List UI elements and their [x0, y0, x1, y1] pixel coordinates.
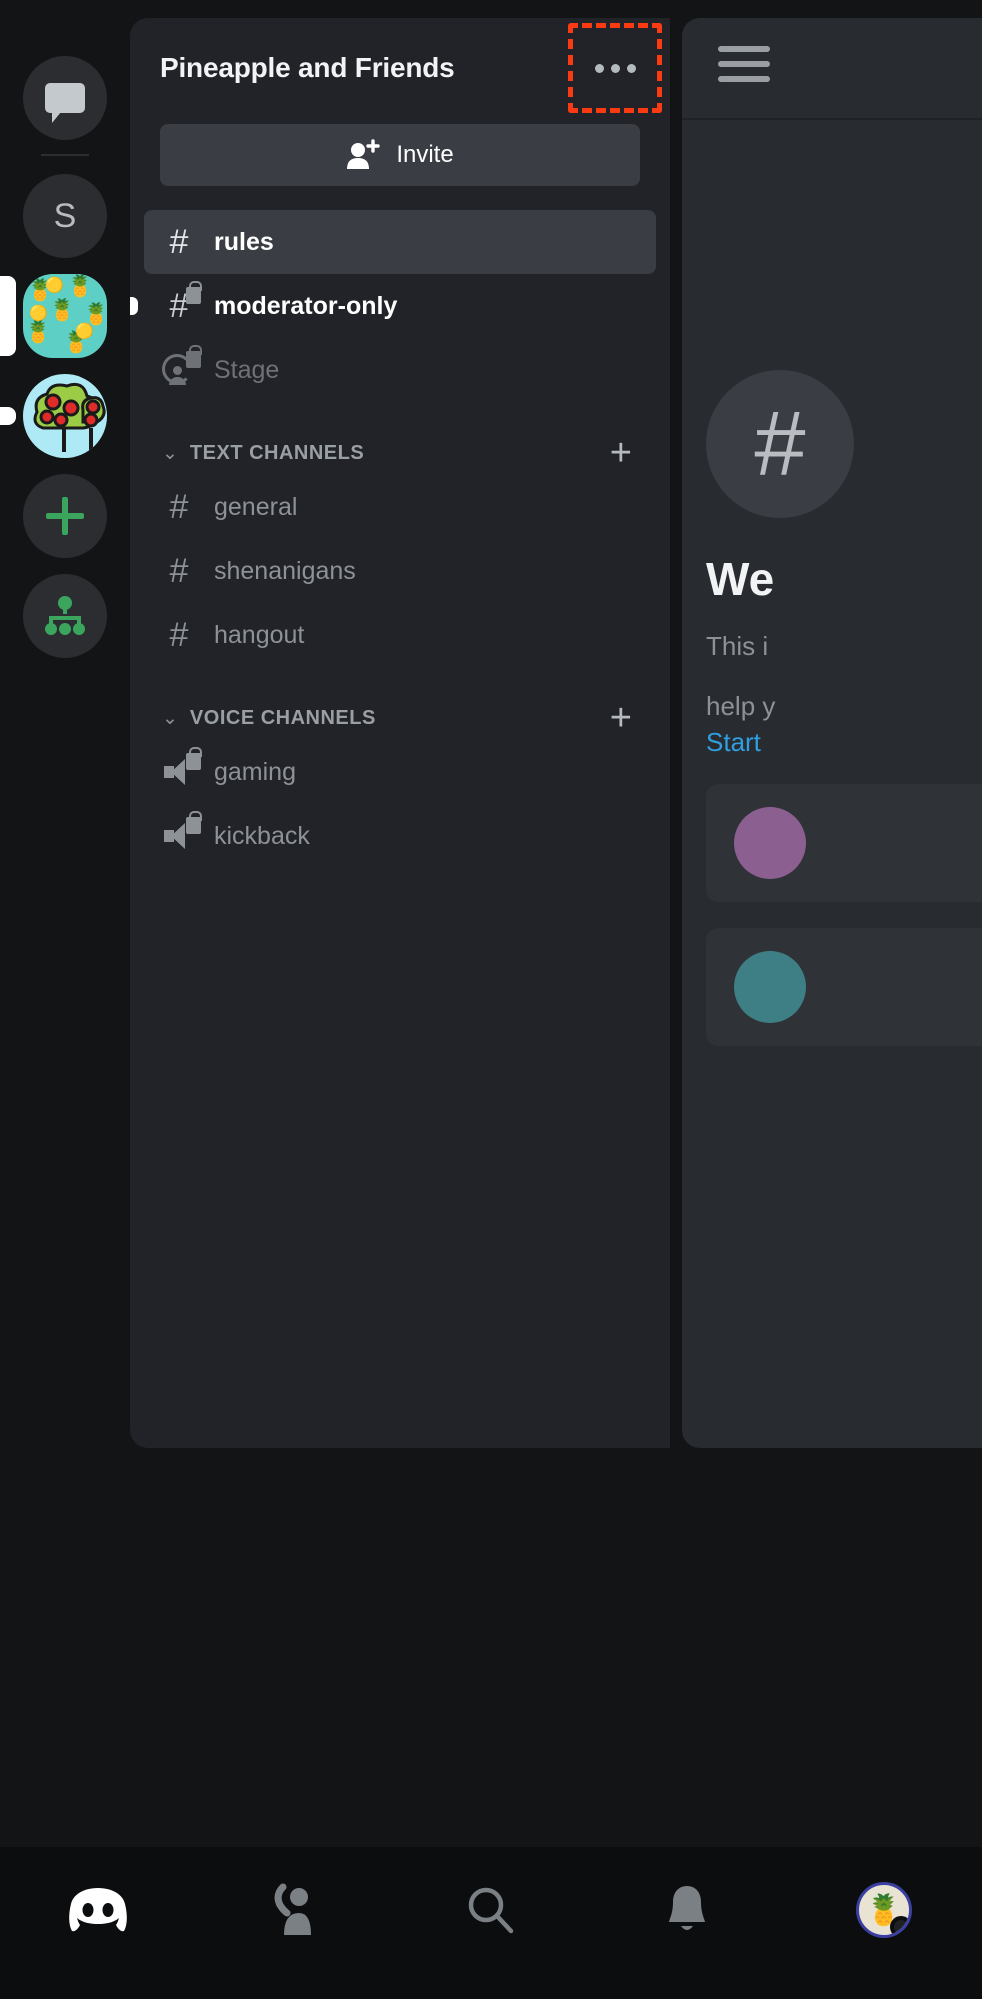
channel-name: shenanigans — [214, 557, 356, 586]
voice-lock-icon — [162, 819, 196, 853]
direct-messages-button[interactable] — [23, 56, 107, 140]
nav-friends[interactable] — [196, 1875, 392, 1945]
pineapple-pattern-icon: 🍍 🍍 🍍 🍍 🍍 🍍 🟡 🟡 🟡 — [23, 274, 107, 358]
nav-search[interactable] — [393, 1875, 589, 1945]
add-channel-button[interactable]: + — [610, 707, 638, 730]
discord-logo-icon — [67, 1886, 129, 1934]
channel-preview-panel: # We This i help y Start — [682, 18, 982, 1448]
category-title: TEXT CHANNELS — [190, 442, 598, 465]
channel-item-rules[interactable]: # rules — [144, 210, 656, 274]
nav-home[interactable] — [0, 1875, 196, 1945]
add-channel-button[interactable]: + — [610, 442, 638, 465]
server-s-avatar[interactable]: S — [23, 174, 107, 258]
voice-lock-icon — [162, 755, 196, 789]
bell-icon — [665, 1884, 709, 1936]
peek-card[interactable] — [706, 928, 982, 1046]
hash-icon: # — [162, 490, 196, 524]
nav-notifications[interactable] — [589, 1875, 785, 1945]
server-initial: S — [54, 197, 77, 236]
peek-divider — [682, 118, 982, 120]
hash-icon: # — [162, 618, 196, 652]
lock-icon — [186, 753, 201, 770]
peek-header — [682, 18, 982, 118]
channel-name: Stage — [214, 356, 279, 385]
welcome-title: We — [706, 552, 982, 606]
channel-name: moderator-only — [214, 292, 397, 321]
channel-avatar: # — [706, 370, 854, 518]
rail-item-server-apple-tree[interactable] — [0, 366, 130, 466]
more-dot-icon — [611, 64, 620, 73]
rail-item-server-s[interactable]: S — [0, 166, 130, 266]
channel-item-hangout[interactable]: # hangout — [144, 603, 656, 667]
stage-lock-icon — [162, 353, 196, 387]
peek-body: # We This i help y Start — [682, 370, 982, 1046]
lock-icon — [186, 287, 201, 304]
explore-nodes-icon — [42, 594, 88, 638]
more-dot-icon — [595, 64, 604, 73]
rail-divider — [41, 154, 89, 156]
server-apple-tree-avatar[interactable] — [23, 374, 107, 458]
unread-server-indicator — [0, 407, 16, 425]
rail-item-explore-servers[interactable] — [0, 566, 130, 666]
channel-name: kickback — [214, 822, 310, 851]
status-badge — [890, 1916, 912, 1938]
discord-mobile-app: S 🍍 🍍 🍍 🍍 🍍 🍍 🟡 🟡 🟡 — [0, 0, 982, 1999]
card-avatar-icon — [734, 807, 806, 879]
channel-item-kickback[interactable]: kickback — [144, 804, 656, 868]
channel-name: gaming — [214, 758, 296, 787]
channel-item-general[interactable]: # general — [144, 475, 656, 539]
channel-item-shenanigans[interactable]: # shenanigans — [144, 539, 656, 603]
add-server-button[interactable] — [23, 474, 107, 558]
channel-name: rules — [214, 228, 274, 257]
bottom-navigation-bar: 🍍 — [0, 1847, 982, 1999]
chat-bubble-icon — [45, 83, 85, 113]
hash-icon: # — [162, 554, 196, 588]
invite-button-label: Invite — [396, 141, 453, 169]
user-avatar[interactable]: 🍍 — [856, 1882, 912, 1938]
active-server-indicator — [0, 276, 16, 356]
server-rail: S 🍍 🍍 🍍 🍍 🍍 🍍 🟡 🟡 🟡 — [0, 0, 130, 1845]
lock-icon — [186, 817, 201, 834]
rail-item-server-pineapple[interactable]: 🍍 🍍 🍍 🍍 🍍 🍍 🟡 🟡 🟡 — [0, 266, 130, 366]
more-dot-icon — [627, 64, 636, 73]
channel-list: # rules # moderator-only — [130, 186, 670, 868]
channel-name: general — [214, 493, 297, 522]
category-title: VOICE CHANNELS — [190, 707, 598, 730]
channel-name: hangout — [214, 621, 304, 650]
peek-card[interactable] — [706, 784, 982, 902]
welcome-start-link[interactable]: Start — [706, 727, 982, 758]
category-header-text-channels[interactable]: ⌄ TEXT CHANNELS + — [144, 402, 656, 475]
hamburger-menu-icon[interactable] — [718, 46, 770, 91]
chevron-down-icon[interactable]: ⌄ — [162, 709, 178, 728]
nav-profile[interactable]: 🍍 — [786, 1875, 982, 1945]
channel-item-stage[interactable]: Stage — [144, 338, 656, 402]
channel-item-gaming[interactable]: gaming — [144, 740, 656, 804]
rail-item-direct-messages[interactable] — [0, 48, 130, 148]
chevron-down-icon[interactable]: ⌄ — [162, 444, 178, 463]
rail-item-add-server[interactable] — [0, 466, 130, 566]
page-title: Pineapple and Friends — [160, 52, 584, 84]
plus-icon — [46, 497, 84, 535]
apple-tree-pattern-icon — [23, 374, 107, 458]
person-add-icon — [346, 139, 380, 171]
welcome-body-line1: This i — [706, 628, 982, 666]
explore-servers-button[interactable] — [23, 574, 107, 658]
category-header-voice-channels[interactable]: ⌄ VOICE CHANNELS + — [144, 667, 656, 740]
hash-lock-icon: # — [162, 289, 196, 323]
lock-icon — [186, 351, 201, 368]
server-pineapple-avatar[interactable]: 🍍 🍍 🍍 🍍 🍍 🍍 🟡 🟡 🟡 — [23, 274, 107, 358]
invite-button[interactable]: Invite — [160, 124, 640, 186]
welcome-body-line2: help y — [706, 688, 982, 726]
channel-drawer: Pineapple and Friends Invite # rules — [130, 18, 670, 1448]
drawer-header: Pineapple and Friends — [130, 18, 670, 118]
person-wave-icon — [271, 1883, 319, 1937]
server-options-button[interactable] — [584, 37, 646, 99]
channel-item-moderator-only[interactable]: # moderator-only — [144, 274, 656, 338]
card-avatar-icon — [734, 951, 806, 1023]
hash-icon: # — [162, 225, 196, 259]
unread-indicator — [130, 297, 138, 315]
search-icon — [465, 1884, 517, 1936]
